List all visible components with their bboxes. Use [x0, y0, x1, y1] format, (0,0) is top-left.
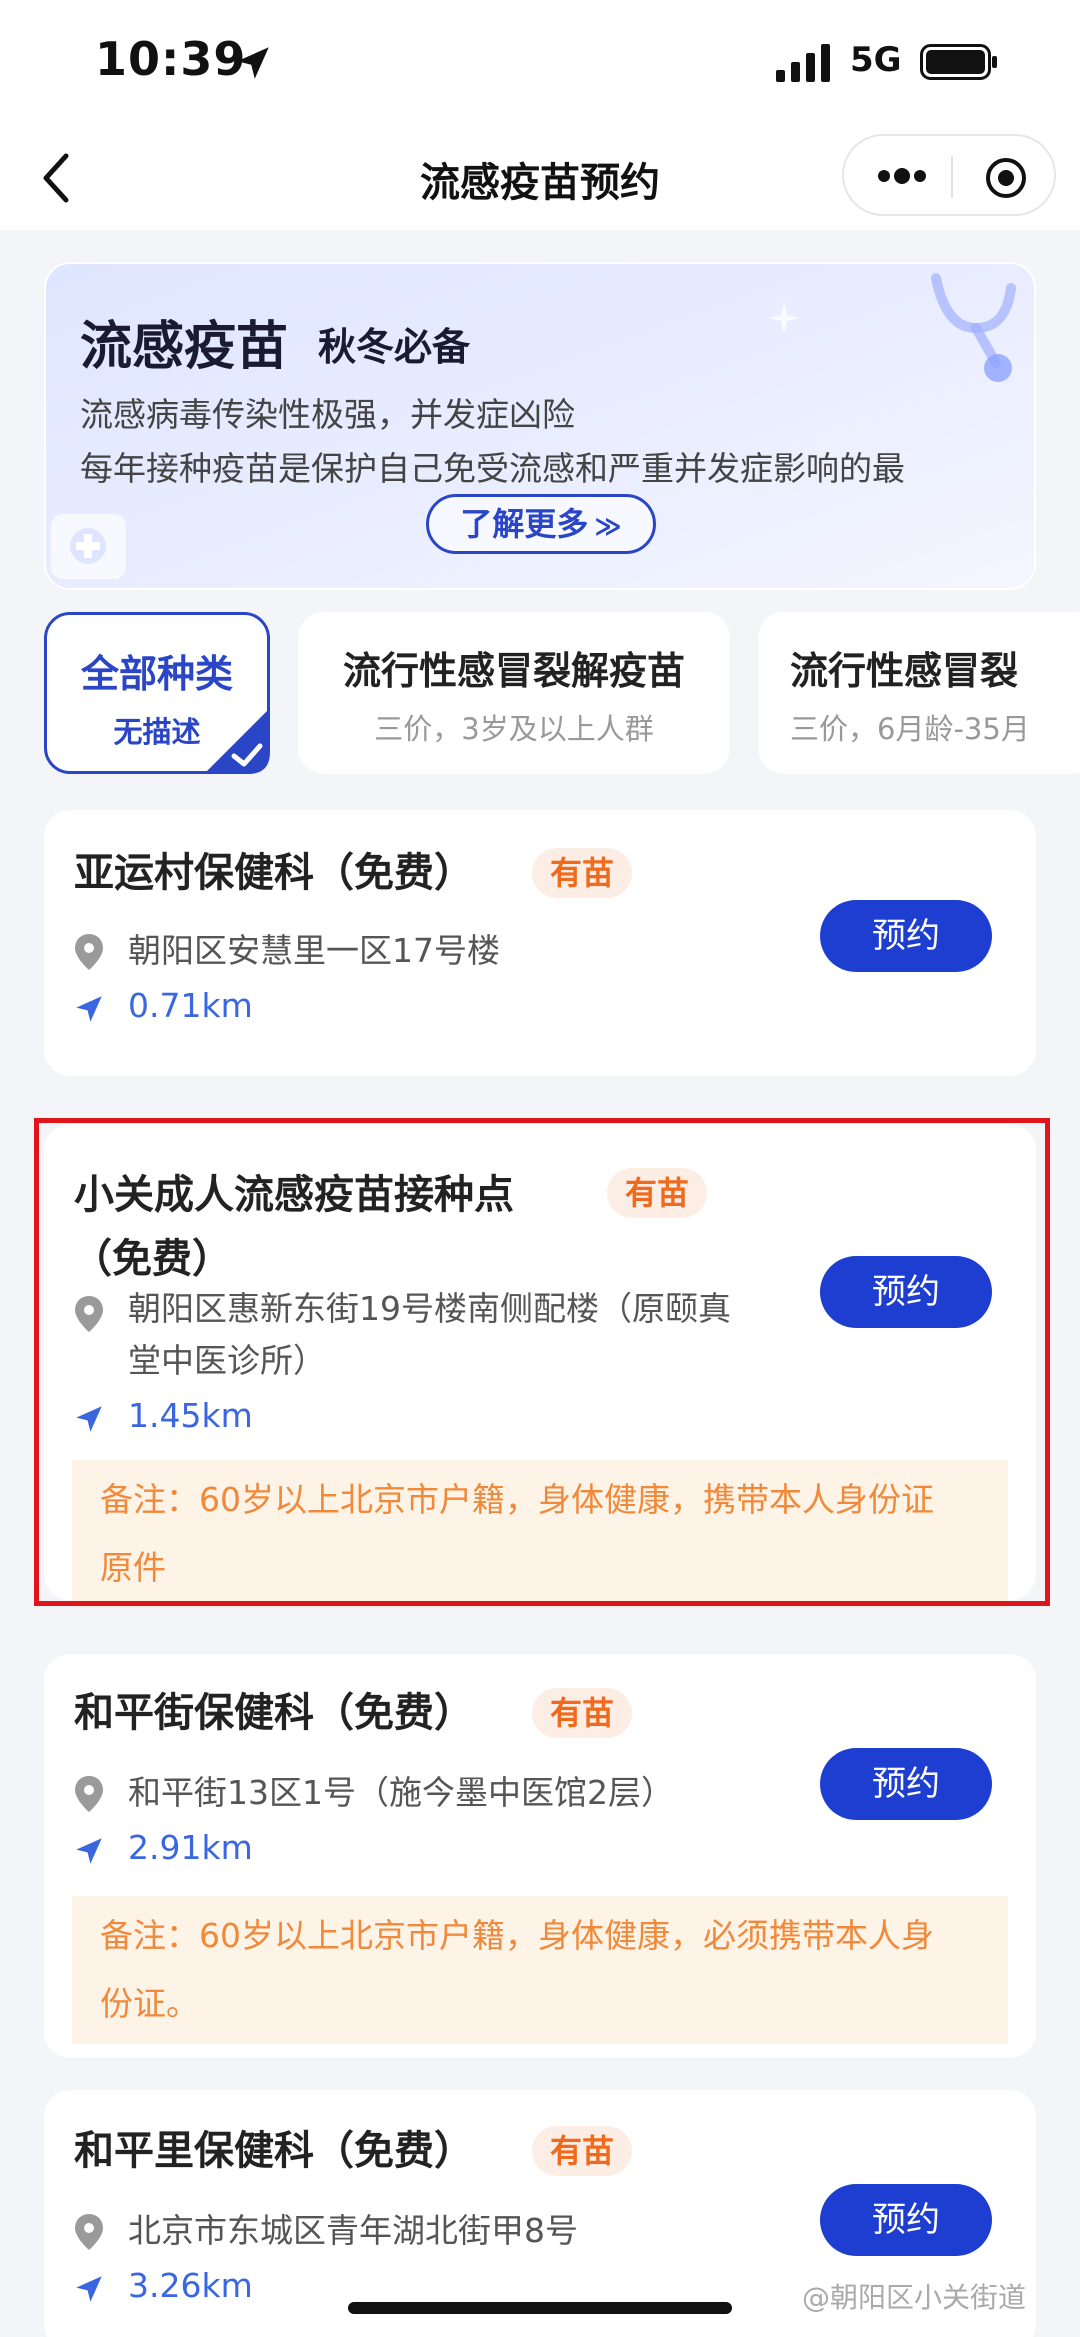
nav-bar: 流感疫苗预约	[0, 130, 1080, 230]
tab-desc: 三价，6月龄-35月	[790, 712, 1030, 746]
learn-more-label: 了解更多	[460, 505, 589, 543]
site-card[interactable]: 和平街保健科（免费） 有苗 和平街13区1号（施今墨中医馆2层） 2.91km …	[44, 1654, 1036, 2058]
map-pin-icon	[75, 2214, 103, 2250]
site-card[interactable]: 亚运村保健科（免费） 有苗 朝阳区安慧里一区17号楼 0.71km 预约	[44, 810, 1036, 1076]
tab-desc: 三价，3岁及以上人群	[374, 712, 654, 746]
site-address: 朝阳区安慧里一区17号楼	[128, 931, 500, 970]
navigation-arrow-icon	[76, 996, 102, 1022]
more-icon[interactable]	[876, 164, 928, 188]
banner-text-line-2: 每年接种疫苗是保护自己免受流感和严重并发症影响的最	[80, 449, 905, 488]
home-indicator[interactable]	[348, 2302, 732, 2314]
site-note-line-1: 备注：60岁以上北京市户籍，身体健康，必须携带本人身	[100, 1916, 934, 1955]
site-distance: 2.91km	[128, 1828, 253, 1867]
info-banner: 流感疫苗 秋冬必备 流感病毒传染性极强，并发症凶险 每年接种疫苗是保护自己免受流…	[44, 262, 1036, 590]
site-distance: 3.26km	[128, 2266, 253, 2305]
status-bar: 10:39 5G	[0, 0, 1080, 130]
site-address: 和平街13区1号（施今墨中医馆2层）	[128, 1773, 674, 1812]
tab-title: 流行性感冒裂	[790, 649, 1019, 693]
banner-title: 流感疫苗	[80, 317, 289, 377]
banner-text-line-1: 流感病毒传染性极强，并发症凶险	[80, 395, 575, 434]
learn-more-button[interactable]: 了解更多 ≫	[426, 494, 656, 554]
sparkle-icon	[768, 302, 800, 334]
map-pin-icon	[75, 1776, 103, 1812]
location-arrow-icon	[237, 47, 269, 79]
site-address: 北京市东城区青年湖北街甲8号	[128, 2211, 578, 2250]
selected-check-icon	[204, 708, 270, 774]
tab-all-types[interactable]: 全部种类 无描述	[44, 612, 270, 774]
stethoscope-icon	[931, 273, 1016, 382]
book-button[interactable]: 预约	[820, 1748, 992, 1820]
tab-title: 全部种类	[80, 652, 233, 696]
book-button[interactable]: 预约	[820, 2184, 992, 2256]
tab-split-vaccine-infant[interactable]: 流行性感冒裂 三价，6月龄-35月	[758, 612, 1080, 774]
battery-icon	[920, 44, 997, 80]
mini-program-capsule	[842, 134, 1056, 216]
signal-icon	[776, 44, 830, 82]
stock-badge: 有苗	[532, 2126, 633, 2176]
site-note-line-2: 份证。	[100, 1984, 199, 2023]
site-name: 和平街保健科（免费）	[74, 1690, 474, 1736]
site-distance: 0.71km	[128, 986, 253, 1025]
clock: 10:39	[95, 32, 247, 86]
tab-title: 流行性感冒裂解疫苗	[342, 649, 685, 693]
book-button[interactable]: 预约	[820, 900, 992, 972]
site-note: 备注：60岁以上北京市户籍，身体健康，必须携带本人身 份证。	[72, 1896, 1008, 2044]
vaccine-category-tabs: 全部种类 无描述 流行性感冒裂解疫苗 三价，3岁及以上人群 流行性感冒裂 三价，…	[0, 612, 1080, 782]
map-pin-icon	[75, 934, 103, 970]
network-type: 5G	[850, 40, 902, 80]
site-name: 亚运村保健科（免费）	[74, 850, 474, 896]
close-target-icon[interactable]	[984, 156, 1028, 200]
stock-badge: 有苗	[532, 848, 633, 898]
navigation-arrow-icon	[76, 2276, 102, 2302]
medical-kit-icon	[51, 514, 126, 579]
stock-badge: 有苗	[532, 1688, 633, 1738]
highlight-box	[34, 1118, 1050, 1606]
double-chevron-down-icon: ≫	[594, 512, 622, 542]
banner-subtitle: 秋冬必备	[318, 325, 471, 369]
navigation-arrow-icon	[76, 1838, 102, 1864]
site-name: 和平里保健科（免费）	[74, 2128, 474, 2174]
tab-split-vaccine[interactable]: 流行性感冒裂解疫苗 三价，3岁及以上人群	[298, 612, 730, 774]
watermark: @朝阳区小关街道	[802, 2281, 1027, 2314]
capsule-divider	[951, 156, 953, 198]
